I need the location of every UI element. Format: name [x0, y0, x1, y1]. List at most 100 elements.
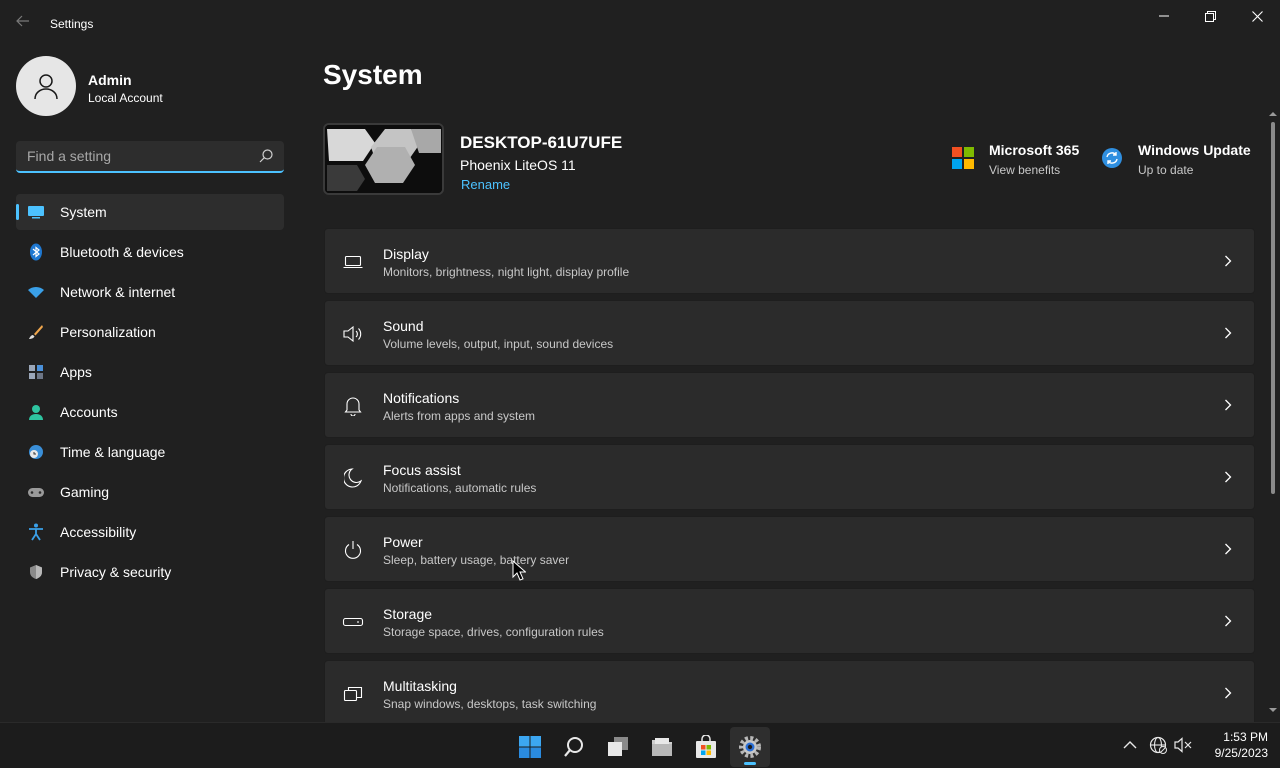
rename-link[interactable]: Rename: [461, 177, 510, 192]
setting-title: Multitasking: [383, 678, 457, 694]
setting-power[interactable]: Power Sleep, battery usage, battery save…: [324, 516, 1255, 582]
taskbar-search-button[interactable]: [554, 727, 594, 767]
setting-title: Sound: [383, 318, 424, 334]
windows-update-promo[interactable]: Windows Update Up to date: [1101, 140, 1261, 180]
device-name: DESKTOP-61U7UFE: [460, 133, 623, 152]
promo-title: Windows Update: [1138, 142, 1251, 158]
scrollbar[interactable]: [1268, 108, 1278, 720]
settings-app-button[interactable]: [730, 727, 770, 767]
app-title: Settings: [50, 17, 94, 31]
minimize-icon: [1159, 15, 1169, 17]
scroll-down-icon[interactable]: [1269, 706, 1277, 714]
search-input[interactable]: [16, 141, 252, 171]
promo-title: Microsoft 365: [989, 142, 1080, 158]
restore-button[interactable]: [1187, 0, 1233, 32]
chevron-right-icon: [1225, 399, 1232, 411]
power-icon: [342, 539, 364, 561]
chevron-right-icon: [1225, 615, 1232, 627]
sidebar-item-label: Accounts: [60, 404, 118, 420]
network-globe-icon[interactable]: [1149, 736, 1167, 754]
profile-account-type: Local Account: [88, 91, 163, 105]
search-box: [16, 141, 284, 173]
sidebar-item-label: Gaming: [60, 484, 110, 500]
sidebar-item-apps[interactable]: Apps: [16, 354, 284, 390]
setting-subtitle: Storage space, drives, configuration rul…: [383, 625, 604, 639]
chevron-up-icon[interactable]: [1121, 736, 1139, 754]
setting-sound[interactable]: Sound Volume levels, output, input, soun…: [324, 300, 1255, 366]
store-icon: [696, 735, 716, 758]
profile-name: Admin: [88, 72, 132, 88]
setting-subtitle: Volume levels, output, input, sound devi…: [383, 337, 614, 351]
wifi-icon: [27, 283, 45, 301]
device-os: Phoenix LiteOS 11: [460, 157, 576, 173]
device-thumbnail: [323, 123, 444, 195]
sidebar-item-gaming[interactable]: Gaming: [16, 474, 284, 510]
moon-icon: [342, 467, 364, 489]
multitasking-icon: [342, 683, 364, 705]
setting-storage[interactable]: Storage Storage space, drives, configura…: [324, 588, 1255, 654]
sidebar-item-system[interactable]: System: [16, 194, 284, 230]
file-explorer-icon: [652, 738, 672, 756]
setting-subtitle: Notifications, automatic rules: [383, 481, 537, 495]
scroll-up-icon[interactable]: [1269, 110, 1277, 118]
bluetooth-icon: [27, 243, 45, 261]
chevron-right-icon: [1225, 543, 1232, 555]
back-button[interactable]: [12, 14, 34, 36]
back-arrow-icon: [16, 15, 29, 27]
task-view-button[interactable]: [598, 727, 638, 767]
microsoft-365-promo[interactable]: Microsoft 365 View benefits: [952, 140, 1092, 180]
page-title: System: [323, 59, 423, 90]
brush-icon: [27, 323, 45, 341]
mouse-cursor-icon: [512, 560, 526, 581]
setting-subtitle: Snap windows, desktops, task switching: [383, 697, 597, 711]
sidebar-item-personalization[interactable]: Personalization: [16, 314, 284, 350]
sidebar-item-label: Privacy & security: [60, 564, 172, 580]
start-button[interactable]: [510, 727, 550, 767]
setting-subtitle: Sleep, battery usage, battery saver: [383, 553, 570, 567]
setting-notifications[interactable]: Notifications Alerts from apps and syste…: [324, 372, 1255, 438]
close-button[interactable]: [1234, 0, 1280, 32]
search-icon[interactable]: [258, 148, 274, 164]
restore-icon: [1204, 10, 1216, 22]
close-icon: [1251, 10, 1263, 22]
laptop-icon: [342, 251, 364, 273]
sidebar-item-privacy-security[interactable]: Privacy & security: [16, 554, 284, 590]
title-bar: Settings: [0, 0, 1280, 48]
store-button[interactable]: [686, 727, 726, 767]
chevron-right-icon: [1225, 687, 1232, 699]
sidebar-item-label: Apps: [60, 364, 92, 380]
sync-icon: [1102, 148, 1122, 168]
setting-focus-assist[interactable]: Focus assist Notifications, automatic ru…: [324, 444, 1255, 510]
monitor-icon: [27, 203, 45, 221]
settings-icon: [739, 736, 761, 758]
file-explorer-button[interactable]: [642, 727, 682, 767]
sidebar-item-label: Bluetooth & devices: [60, 244, 184, 260]
setting-display[interactable]: Display Monitors, brightness, night ligh…: [324, 228, 1255, 294]
sidebar-item-accessibility[interactable]: Accessibility: [16, 514, 284, 550]
minimize-button[interactable]: [1141, 0, 1187, 32]
sidebar-item-network[interactable]: Network & internet: [16, 274, 284, 310]
volume-muted-icon[interactable]: [1174, 736, 1192, 754]
sidebar-item-bluetooth[interactable]: Bluetooth & devices: [16, 234, 284, 270]
sidebar-item-time-language[interactable]: Time & language: [16, 434, 284, 470]
active-app-indicator: [744, 762, 756, 765]
setting-title: Display: [383, 246, 429, 262]
setting-title: Focus assist: [383, 462, 461, 478]
bell-icon: [342, 395, 364, 417]
person-icon: [34, 74, 58, 100]
scroll-thumb[interactable]: [1271, 122, 1275, 494]
chevron-right-icon: [1225, 255, 1232, 267]
settings-list: Display Monitors, brightness, night ligh…: [324, 228, 1255, 732]
setting-title: Storage: [383, 606, 433, 622]
person-icon: [27, 403, 45, 421]
search-icon: [564, 737, 583, 757]
microsoft-logo-icon: [952, 147, 974, 169]
taskbar: 1:53 PM 9/25/2023: [0, 722, 1280, 768]
settings-window: Settings Admin Local Account System Blue…: [0, 0, 1280, 726]
sidebar-item-label: Time & language: [60, 444, 166, 460]
globe-clock-icon: [27, 443, 45, 461]
system-clock[interactable]: 1:53 PM 9/25/2023: [1215, 729, 1268, 761]
sidebar-item-accounts[interactable]: Accounts: [16, 394, 284, 430]
setting-multitasking[interactable]: Multitasking Snap windows, desktops, tas…: [324, 660, 1255, 726]
promo-subtitle: Up to date: [1138, 163, 1194, 177]
